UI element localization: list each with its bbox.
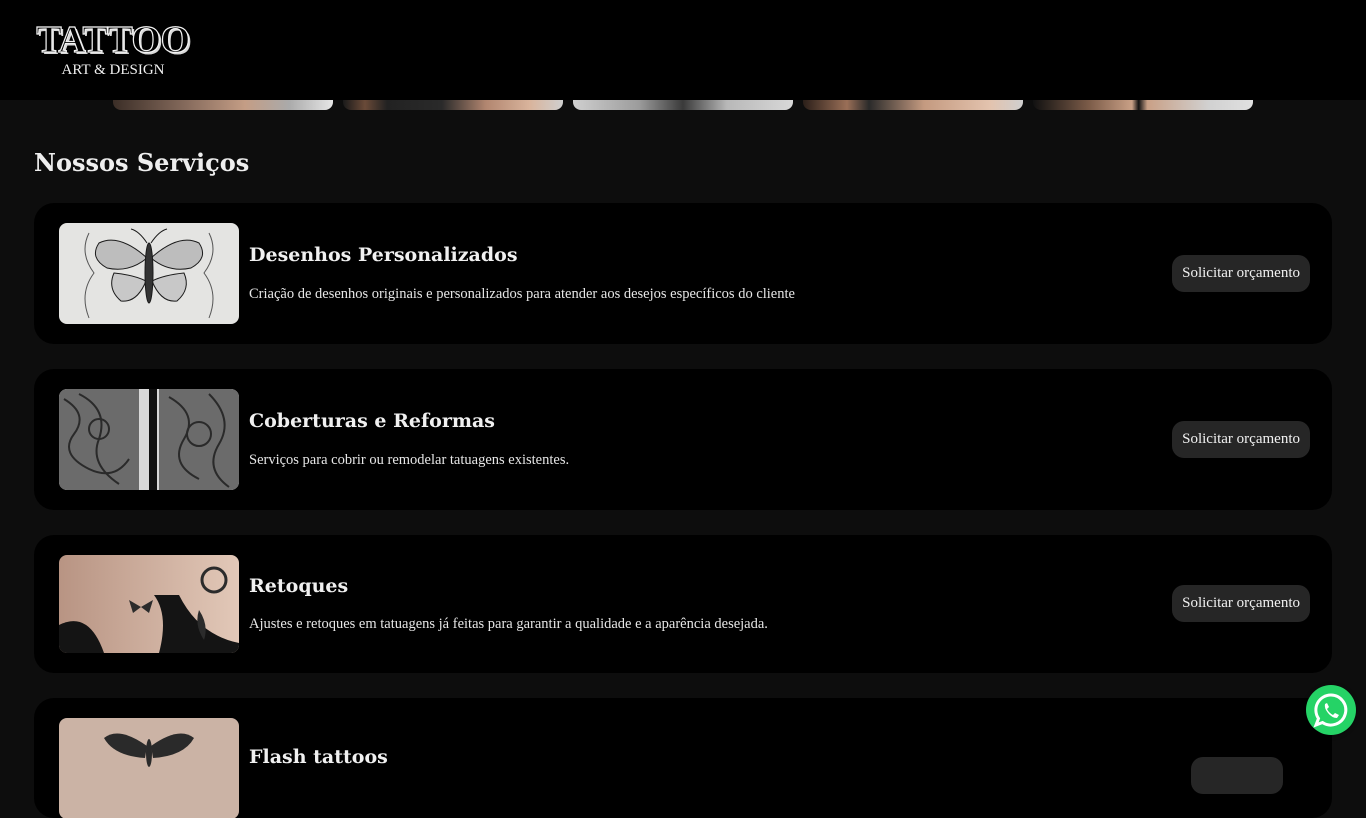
- request-quote-button[interactable]: Solicitar orçamento: [1172, 421, 1310, 458]
- service-card: Coberturas e Reformas Serviços para cobr…: [34, 369, 1332, 510]
- service-title: Coberturas e Reformas: [249, 410, 495, 432]
- request-quote-button[interactable]: Solicitar orçamento: [1172, 585, 1310, 622]
- service-card: Desenhos Personalizados Criação de desen…: [34, 203, 1332, 344]
- service-image-moth-tattoo: [59, 718, 239, 818]
- whatsapp-icon: [1313, 693, 1348, 728]
- service-title: Flash tattoos: [249, 746, 388, 768]
- service-description: Criação de desenhos originais e personal…: [249, 286, 795, 302]
- service-description: Serviços para cobrir ou remodelar tatuag…: [249, 452, 570, 468]
- logo[interactable]: TATTOO ART & DESIGN: [28, 19, 198, 78]
- whatsapp-button[interactable]: [1306, 685, 1356, 735]
- services-title: Nossos Serviços: [34, 148, 250, 177]
- service-card: Flash tattoos: [34, 698, 1332, 818]
- service-title: Desenhos Personalizados: [249, 244, 518, 266]
- request-quote-button[interactable]: [1191, 757, 1283, 794]
- logo-title: TATTOO: [36, 19, 191, 61]
- logo-subtitle: ART & DESIGN: [61, 62, 165, 78]
- service-title: Retoques: [249, 575, 349, 597]
- service-image-shoulder-tattoo: [59, 555, 239, 653]
- service-image-butterfly-sketch: [59, 223, 239, 324]
- service-image-sleeve-tattoo: [59, 389, 239, 490]
- service-card: Retoques Ajustes e retoques em tatuagens…: [34, 535, 1332, 673]
- request-quote-button[interactable]: Solicitar orçamento: [1172, 255, 1310, 292]
- site-header: TATTOO ART & DESIGN: [0, 0, 1366, 100]
- service-description: Ajustes e retoques em tatuagens já feita…: [249, 616, 768, 632]
